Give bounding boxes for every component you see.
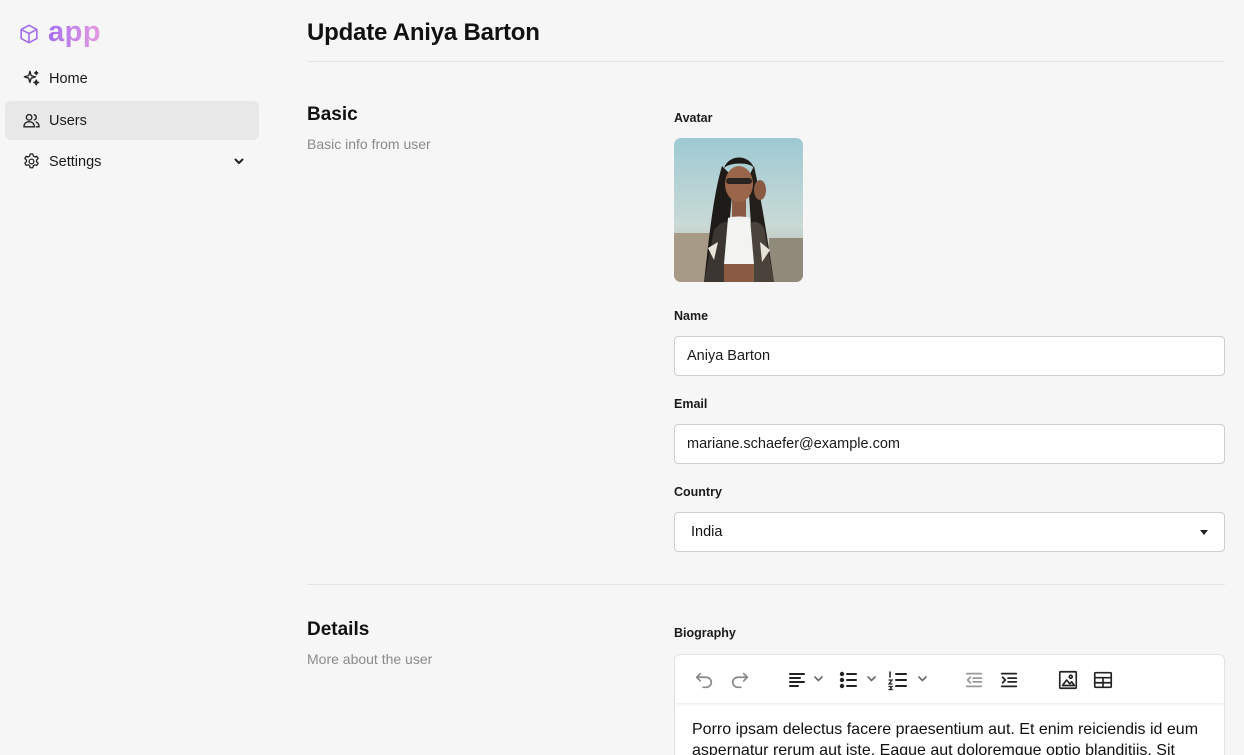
email-label: Email — [674, 397, 708, 411]
app-logo[interactable]: app — [18, 16, 102, 50]
caret-down-icon — [1200, 530, 1208, 535]
country-label: Country — [674, 485, 722, 499]
country-select[interactable]: India — [674, 512, 1225, 552]
biography-editor[interactable]: Porro ipsam delectus facere praesentium … — [674, 654, 1225, 755]
section-title-details: Details — [307, 619, 370, 640]
sidebar-item-label: Settings — [49, 153, 102, 170]
bullet-list-icon[interactable] — [837, 668, 881, 692]
divider — [307, 61, 1225, 62]
biography-text[interactable]: Porro ipsam delectus facere praesentium … — [692, 719, 1217, 755]
undo-icon[interactable] — [693, 668, 715, 692]
numbered-list-icon[interactable] — [887, 668, 931, 692]
sidebar-item-home[interactable]: Home — [5, 59, 259, 98]
table-icon[interactable] — [1092, 668, 1114, 692]
avatar-label: Avatar — [674, 111, 713, 125]
chevron-down-icon[interactable] — [231, 153, 247, 169]
sparkles-icon — [21, 69, 41, 89]
page-title: Update Aniya Barton — [307, 19, 540, 46]
section-description-details: More about the user — [307, 651, 433, 667]
app-name: app — [48, 16, 102, 48]
sidebar-item-label: Home — [49, 70, 88, 87]
sidebar-item-users[interactable]: Users — [5, 101, 259, 140]
gear-icon — [21, 152, 41, 172]
redo-icon[interactable] — [729, 668, 751, 692]
email-input[interactable] — [674, 424, 1225, 464]
country-selected-value: India — [691, 524, 723, 540]
name-label: Name — [674, 309, 709, 323]
section-title-basic: Basic — [307, 104, 358, 125]
indent-icon[interactable] — [998, 668, 1020, 692]
sidebar: app Home Users Settings — [0, 0, 264, 755]
section-description-basic: Basic info from user — [307, 136, 431, 152]
users-icon — [21, 111, 41, 131]
divider — [307, 584, 1225, 585]
align-left-icon[interactable] — [787, 668, 827, 692]
image-icon[interactable] — [1057, 668, 1079, 692]
biography-label: Biography — [674, 626, 736, 640]
editor-toolbar — [675, 655, 1224, 703]
cube-icon — [18, 23, 40, 45]
name-input[interactable] — [674, 336, 1225, 376]
sidebar-item-settings[interactable]: Settings — [5, 142, 259, 181]
outdent-icon[interactable] — [963, 668, 985, 692]
sidebar-item-label: Users — [49, 112, 87, 129]
avatar-image[interactable] — [674, 138, 803, 282]
